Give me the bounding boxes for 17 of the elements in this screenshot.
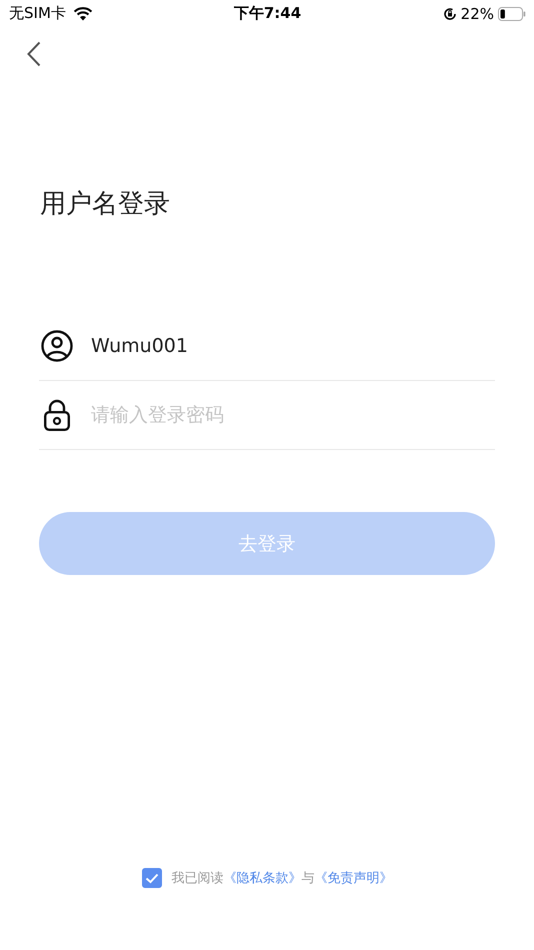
battery-icon: [498, 6, 526, 20]
battery-percent: 22%: [460, 4, 494, 22]
input-field[interactable]: 请输入登录密码: [91, 404, 495, 426]
carrier-label: 无SIM卡: [9, 4, 66, 23]
checkmark-icon: [144, 872, 158, 884]
agreement-text: 我已阅读《隐私条款》与《免责声明》: [172, 870, 392, 887]
lock-icon: [43, 399, 71, 431]
page-title: 用户名登录: [40, 188, 171, 221]
wifi-icon: [72, 6, 93, 20]
user-icon: [41, 330, 73, 362]
input-field[interactable]: Wumu001: [91, 335, 495, 357]
back-icon[interactable]: [27, 41, 41, 67]
agreement-checkbox[interactable]: [142, 868, 162, 888]
clock-time: 下午7:44: [234, 4, 302, 23]
agreement-link[interactable]: 《免责声明》: [314, 871, 392, 886]
rotation-lock-icon: [442, 6, 457, 20]
agreement-link[interactable]: 《隐私条款》: [224, 871, 302, 886]
